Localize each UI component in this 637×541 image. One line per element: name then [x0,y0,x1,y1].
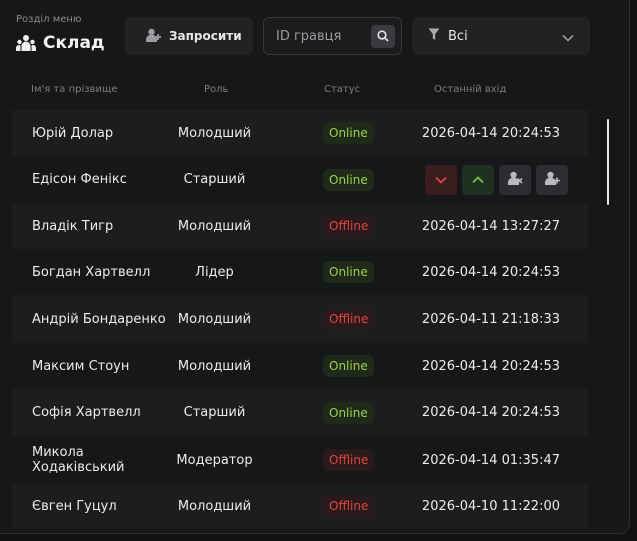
player-name: Юрій Долар [32,125,114,141]
last-login: 2026-04-14 20:24:53 [421,125,560,141]
player-name: Едісон Фенікс [32,172,127,187]
filter-value: Всі [448,28,468,44]
status-badge: Online [323,401,374,424]
table-row[interactable]: Богдан Хартвелл Лідер Online 2026-04-14 … [12,249,588,295]
invite-button[interactable]: Запросити [125,17,253,55]
search-button[interactable] [371,25,395,48]
last-login: 2026-04-14 20:24:53 [421,264,560,280]
player-role: Молодший [177,125,252,141]
demote-button[interactable] [425,165,457,195]
player-role: Старший [183,405,246,420]
table-row[interactable]: Максим Стоун Молодший Online 2026-04-14 … [12,343,588,389]
add-user-icon [544,171,560,189]
player-role: Молодший [177,311,252,327]
last-login: 2026-04-14 13:27:27 [421,218,560,234]
column-header-role: Роль [204,84,229,95]
table-row[interactable]: Євген Гуцул Молодший Offline 2026-04-10 … [12,484,588,528]
status-badge: Online [323,261,374,283]
player-name: Андрій Бондаренко [32,311,166,327]
chevron-up-icon [472,173,484,188]
scrollbar[interactable] [607,119,609,205]
page-title: Склад [43,33,105,53]
player-name: Софія Хартвелл [32,405,141,420]
player-name: Євген Гуцул [32,498,117,514]
table-row[interactable]: Едісон Фенікс Старший Online [12,156,588,203]
player-name: Микола Ходаківський [32,445,125,475]
status-badge: Online [323,355,374,377]
player-name: Богдан Хартвелл [32,264,151,280]
table-row[interactable]: Владік Тигр Молодший Offline 2026-04-14 … [12,203,588,249]
player-role: Модератор [176,452,253,468]
status-badge: Online [323,168,374,191]
add-user-icon [146,28,161,45]
search-icon [377,27,389,46]
column-header-last-login: Останній вхід [434,84,507,95]
status-badge: Offline [323,495,375,517]
search-input[interactable] [276,28,371,44]
roster-panel: Розділ меню Склад Запросити ID гравця Вс… [0,0,630,534]
kick-user-button[interactable] [499,165,531,195]
invite-label: Запросити [169,29,242,43]
chevron-down-icon [435,173,447,188]
player-role: Старший [183,172,246,187]
row-actions [425,165,568,195]
player-role: Молодший [177,358,252,374]
last-login: 2026-04-14 20:24:53 [421,358,560,374]
chevron-down-icon [562,31,574,46]
table-row[interactable]: Юрій Долар Молодший Online 2026-04-14 20… [12,110,588,156]
status-badge: Online [323,122,374,144]
column-header-name: Ім'я та прізвище [31,84,118,95]
table-row[interactable]: Микола Ходаківський Модератор Offline 20… [12,436,588,484]
page-heading: Склад [16,33,105,53]
player-role: Молодший [177,218,252,234]
player-role: Молодший [177,498,252,514]
status-badge: Offline [323,449,375,471]
section-caption: Розділ меню [16,14,82,25]
status-badge: Offline [323,308,375,330]
search-box [263,17,402,55]
status-badge: Offline [323,215,375,237]
last-login: 2026-04-14 20:24:53 [421,405,560,420]
last-login: 2026-04-11 21:18:33 [421,311,560,327]
last-login: 2026-04-10 11:22:00 [421,498,560,514]
player-name: Максим Стоун [32,358,130,374]
column-header-status: Статус [324,84,361,95]
player-name: Владік Тигр [32,218,114,234]
add-user-button[interactable] [536,165,568,195]
table-row[interactable]: Софія Хартвелл Старший Online 2026-04-14… [12,389,588,436]
filter-icon [428,28,440,45]
table-row[interactable]: Андрій Бондаренко Молодший Offline 2026-… [12,295,588,343]
promote-button[interactable] [462,165,494,195]
team-icon [16,34,36,52]
status-filter-select[interactable]: Всі [412,17,590,55]
last-login: 2026-04-14 01:35:47 [421,452,560,468]
remove-user-icon [507,171,523,189]
player-role: Лідер [195,264,234,280]
